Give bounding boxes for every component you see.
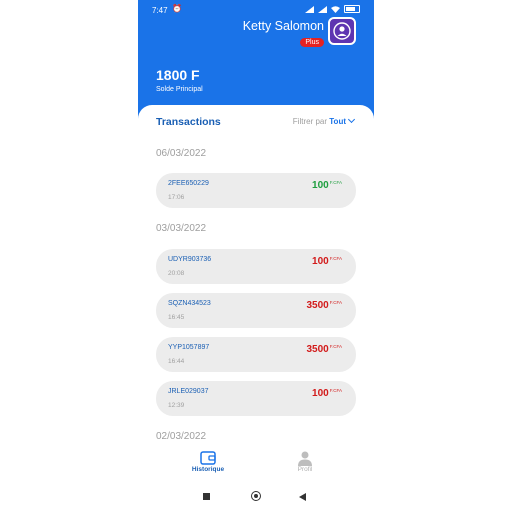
transaction-row[interactable]: UDYR903736 20:08 100F.CFA: [156, 249, 356, 284]
transaction-amount: 3500F.CFA: [306, 300, 342, 311]
transaction-amount: 100F.CFA: [312, 388, 342, 399]
transaction-id: 2FEE650229: [168, 180, 209, 187]
currency-label: F.CFA: [329, 180, 342, 185]
back-icon[interactable]: [299, 493, 306, 501]
person-icon: [298, 451, 312, 466]
transaction-amount: 100F.CFA: [312, 256, 342, 267]
wallet-icon: [200, 451, 216, 465]
date-header: 06/03/2022: [156, 148, 207, 159]
filter-label: Filtrer par: [292, 117, 328, 126]
filter-value: Tout: [329, 117, 346, 126]
transaction-time: 20:08: [168, 270, 185, 277]
balance-label: Solde Principal: [156, 86, 203, 93]
wifi-icon: [331, 5, 340, 13]
recents-icon[interactable]: [203, 493, 210, 500]
date-header: 02/03/2022: [156, 431, 207, 442]
nav-label: Profil: [297, 466, 313, 473]
transaction-amount: 100F.CFA: [312, 180, 342, 191]
status-icons: [305, 5, 360, 13]
avatar[interactable]: [328, 17, 356, 45]
nav-historique[interactable]: Historique: [168, 448, 248, 484]
amount-value: 100: [312, 388, 329, 399]
transaction-row[interactable]: 2FEE650229 17:06 100F.CFA: [156, 173, 356, 208]
date-header: 03/03/2022: [156, 223, 207, 234]
person-icon: [333, 22, 351, 40]
transactions-title: Transactions: [156, 116, 221, 128]
nav-profil[interactable]: Profil: [265, 448, 345, 484]
transactions-panel: Transactions Filtrer par Tout 06/03/2022…: [138, 105, 374, 448]
balance-amount: 1800 F: [156, 67, 200, 83]
transaction-amount: 3500F.CFA: [306, 344, 342, 355]
status-time: 7:47: [152, 6, 168, 15]
phone-screen: 7:47 ⏰ Ketty Salomon Plus 1800 F Solde P…: [138, 0, 374, 512]
currency-label: F.CFA: [329, 344, 342, 349]
alarm-icon: ⏰: [172, 4, 182, 13]
transaction-time: 16:45: [168, 314, 185, 321]
transaction-id: SQZN434523: [168, 300, 211, 307]
plan-badge: Plus: [300, 38, 324, 47]
amount-value: 3500: [306, 300, 329, 311]
filter-dropdown[interactable]: Filtrer par Tout: [292, 115, 356, 126]
amount-value: 100: [312, 256, 329, 267]
signal-icon: [305, 5, 314, 13]
nav-label: Historique: [191, 466, 225, 473]
currency-label: F.CFA: [329, 256, 342, 261]
currency-label: F.CFA: [329, 388, 342, 393]
transaction-row[interactable]: JRLE029037 12:39 100F.CFA: [156, 381, 356, 416]
chevron-down-icon: [347, 115, 356, 124]
transaction-row[interactable]: YYP1057897 16:44 3500F.CFA: [156, 337, 356, 372]
amount-value: 100: [312, 180, 329, 191]
transaction-time: 12:39: [168, 402, 185, 409]
transaction-time: 16:44: [168, 358, 185, 365]
currency-label: F.CFA: [329, 300, 342, 305]
home-icon[interactable]: [251, 491, 261, 501]
amount-value: 3500: [306, 344, 329, 355]
transaction-id: YYP1057897: [168, 344, 210, 351]
transaction-id: JRLE029037: [168, 388, 209, 395]
signal-icon: [318, 5, 327, 13]
battery-icon: [344, 5, 360, 13]
transaction-time: 17:06: [168, 194, 185, 201]
user-name: Ketty Salomon: [242, 19, 324, 33]
transaction-id: UDYR903736: [168, 256, 212, 263]
system-nav-bar: [138, 484, 374, 512]
bottom-nav: Historique Profil: [138, 448, 374, 484]
transaction-row[interactable]: SQZN434523 16:45 3500F.CFA: [156, 293, 356, 328]
